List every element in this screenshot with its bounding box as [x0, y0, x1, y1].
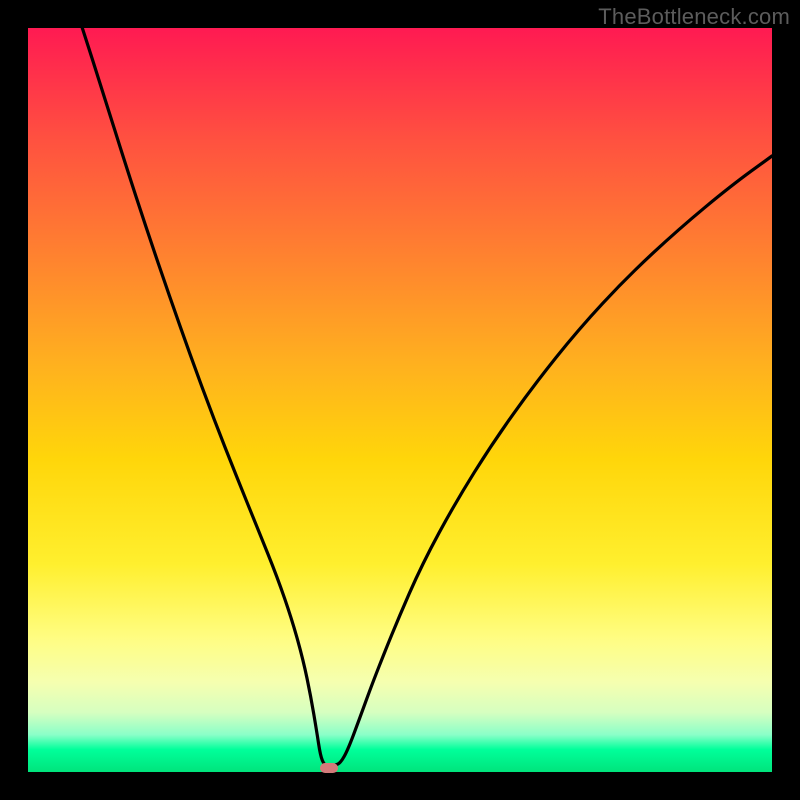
chart-frame: TheBottleneck.com — [0, 0, 800, 800]
watermark-text: TheBottleneck.com — [598, 4, 790, 30]
bottleneck-curve — [28, 28, 772, 772]
plot-area — [28, 28, 772, 772]
optimal-marker — [320, 763, 338, 773]
